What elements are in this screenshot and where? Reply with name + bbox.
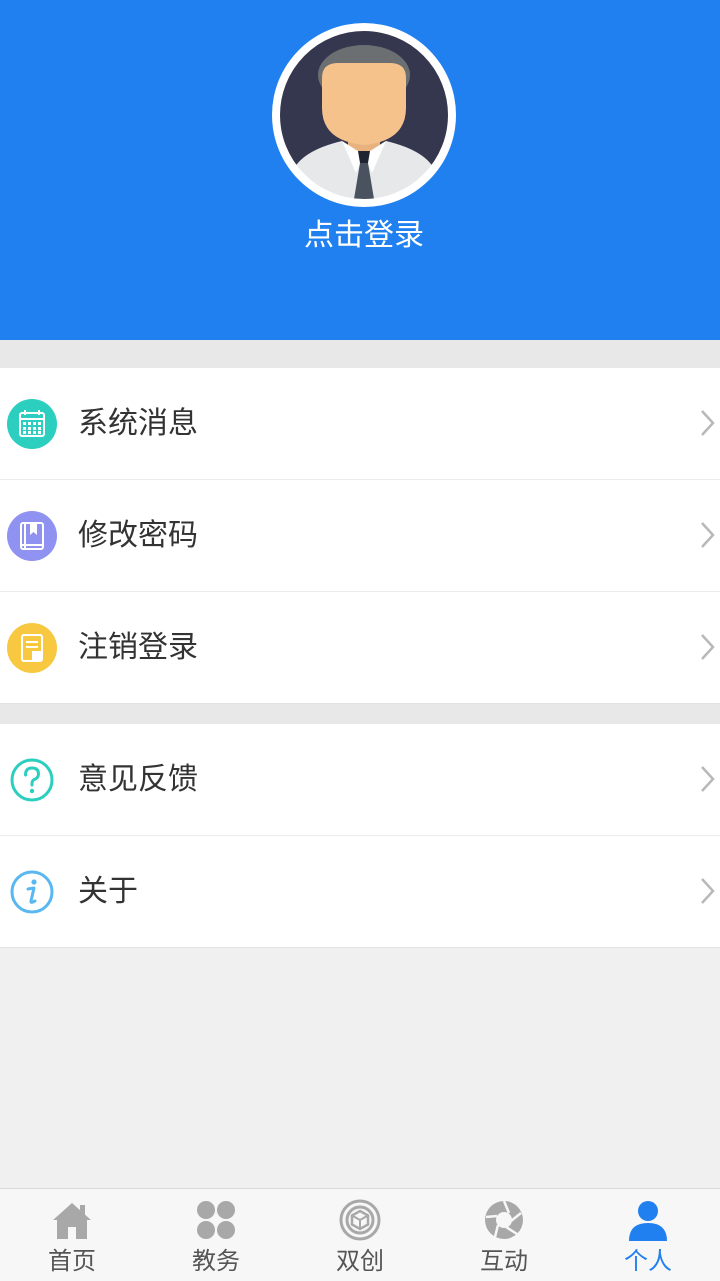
menu-item-logout[interactable]: 注销登录 [0,592,720,704]
book-icon [6,510,58,562]
chevron-right-icon [700,521,716,549]
info-icon [6,866,58,918]
aperture-icon [481,1197,527,1243]
tab-label: 个人 [624,1247,672,1275]
profile-header: 点击登录 [0,0,720,340]
tab-label: 双创 [336,1247,384,1275]
menu-label: 系统消息 [78,406,198,441]
menu-item-about[interactable]: 关于 [0,836,720,948]
tab-label: 互动 [480,1247,528,1275]
question-icon [6,754,58,806]
bottom-tab-bar: 首页 教务 双创 互动 个人 [0,1188,720,1281]
menu-item-change-password[interactable]: 修改密码 [0,480,720,592]
tab-personal[interactable]: 个人 [576,1189,720,1281]
tab-label: 教务 [192,1247,240,1275]
grid-icon [193,1197,239,1243]
menu-group-support: 意见反馈 关于 [0,724,720,948]
chevron-right-icon [700,409,716,437]
home-icon [49,1197,95,1243]
chevron-right-icon [700,765,716,793]
hexagon-icon [337,1197,383,1243]
chevron-right-icon [700,633,716,661]
tab-innovation[interactable]: 双创 [288,1189,432,1281]
menu-label: 注销登录 [78,630,198,665]
tab-label: 首页 [48,1247,96,1275]
tab-academic[interactable]: 教务 [144,1189,288,1281]
person-icon [625,1197,671,1243]
menu-label: 修改密码 [78,518,198,553]
tab-home[interactable]: 首页 [0,1189,144,1281]
menu-label: 意见反馈 [78,762,198,797]
tab-interaction[interactable]: 互动 [432,1189,576,1281]
menu-group-account: 系统消息 修改密码 注销登录 [0,368,720,704]
section-divider [0,340,720,368]
document-icon [6,622,58,674]
avatar[interactable] [272,23,456,207]
login-prompt[interactable]: 点击登录 [0,212,720,260]
menu-item-system-messages[interactable]: 系统消息 [0,368,720,480]
calendar-icon [6,398,58,450]
menu-item-feedback[interactable]: 意见反馈 [0,724,720,836]
user-avatar-icon [276,27,452,203]
chevron-right-icon [700,877,716,905]
menu-label: 关于 [78,874,138,909]
section-divider [0,704,720,724]
